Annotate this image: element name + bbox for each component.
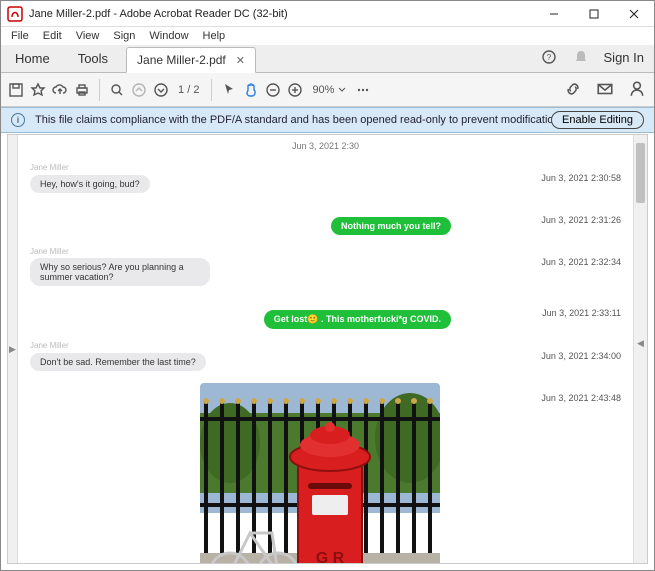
message-row: Get lost🙂 . This motherfucki*g COVID. Ju… — [30, 298, 621, 329]
page-down-icon[interactable] — [152, 81, 170, 99]
bell-icon[interactable] — [572, 48, 590, 66]
sender-label: Jane Miller — [30, 163, 621, 172]
zoom-out-icon[interactable] — [264, 81, 282, 99]
message-bubble-incoming: Why so serious? Are you planning a summe… — [30, 258, 210, 286]
sender-label: Jane Miller — [30, 247, 621, 256]
message-photo-attachment: G R — [200, 383, 440, 563]
help-icon[interactable]: ? — [540, 48, 558, 66]
pdf-page[interactable]: Jun 3, 2021 2:30 Jane Miller Hey, how's … — [18, 135, 633, 563]
tab-tools[interactable]: Tools — [64, 45, 122, 72]
menu-edit[interactable]: Edit — [37, 29, 68, 43]
chevron-down-icon — [338, 86, 346, 94]
window-maximize-button[interactable] — [574, 1, 614, 27]
print-icon[interactable] — [73, 81, 91, 99]
page-current: 1 — [178, 84, 184, 96]
enable-editing-button[interactable]: Enable Editing — [551, 111, 644, 129]
left-panel-toggle[interactable]: ▶ — [8, 135, 18, 563]
message-row: Jane Miller Don't be sad. Remember the l… — [30, 341, 621, 371]
zoom-in-icon[interactable] — [286, 81, 304, 99]
svg-text:?: ? — [546, 53, 551, 62]
notice-text: This file claims compliance with the PDF… — [35, 114, 563, 126]
menu-sign[interactable]: Sign — [107, 29, 141, 43]
sign-in-link[interactable]: Sign In — [604, 50, 644, 65]
message-timestamp: Jun 3, 2021 2:43:48 — [541, 393, 621, 403]
window-minimize-button[interactable] — [534, 1, 574, 27]
menu-window[interactable]: Window — [143, 29, 194, 43]
message-bubble-incoming: Don't be sad. Remember the last time? — [30, 353, 206, 371]
scrollbar-thumb[interactable] — [636, 143, 645, 203]
star-icon[interactable] — [29, 81, 47, 99]
pdfa-notice-bar: i This file claims compliance with the P… — [1, 107, 654, 133]
tab-document-label: Jane Miller-2.pdf — [137, 53, 226, 67]
sender-label — [30, 298, 621, 307]
message-timestamp: Jun 3, 2021 2:32:34 — [541, 257, 621, 267]
chevron-right-icon: ▶ — [9, 344, 16, 355]
message-bubble-outgoing: Nothing much you tell? — [331, 217, 451, 235]
toolbar-separator — [211, 79, 212, 101]
email-icon[interactable] — [596, 80, 614, 98]
user-icon[interactable] — [628, 80, 646, 98]
window-close-button[interactable] — [614, 1, 654, 27]
find-icon[interactable] — [108, 81, 126, 99]
selection-arrow-icon[interactable] — [220, 81, 238, 99]
vertical-scrollbar[interactable]: ◀ — [633, 135, 647, 563]
message-timestamp: Jun 3, 2021 2:31:26 — [541, 215, 621, 225]
window-controls — [534, 1, 654, 27]
message-row: Nothing much you tell? Jun 3, 2021 2:31:… — [30, 205, 621, 235]
acrobat-app-icon — [7, 6, 23, 22]
tab-document-active[interactable]: Jane Miller-2.pdf ✕ — [126, 47, 256, 73]
page-indicator[interactable]: 1 / 2 — [174, 84, 203, 96]
window-title: Jane Miller-2.pdf - Adobe Acrobat Reader… — [29, 8, 534, 20]
save-icon[interactable] — [7, 81, 25, 99]
message-timestamp: Jun 3, 2021 2:33:11 — [542, 308, 621, 318]
more-tools-icon[interactable] — [354, 81, 372, 99]
conversation-date-header: Jun 3, 2021 2:30 — [30, 141, 621, 151]
message-timestamp: Jun 3, 2021 2:30:58 — [541, 173, 621, 183]
message-row: Jun 3, 2021 2:43:48 — [30, 383, 621, 563]
sender-label: Jane Miller — [30, 341, 621, 350]
menu-bar: File Edit View Sign Window Help — [1, 27, 654, 45]
message-row: Jane Miller Hey, how's it going, bud? Ju… — [30, 163, 621, 193]
message-bubble-incoming: Hey, how's it going, bud? — [30, 175, 150, 193]
toolbar-separator — [99, 79, 100, 101]
tab-home[interactable]: Home — [1, 45, 64, 72]
window-titlebar: Jane Miller-2.pdf - Adobe Acrobat Reader… — [1, 1, 654, 27]
sender-label — [30, 205, 621, 214]
svg-text:G R: G R — [316, 550, 345, 563]
tab-close-button[interactable]: ✕ — [236, 54, 245, 67]
page-total: 2 — [193, 84, 199, 96]
message-timestamp: Jun 3, 2021 2:34:00 — [541, 351, 621, 361]
menu-help[interactable]: Help — [197, 29, 232, 43]
zoom-value: 90% — [312, 84, 334, 96]
message-row: Jane Miller Why so serious? Are you plan… — [30, 247, 621, 286]
message-bubble-outgoing: Get lost🙂 . This motherfucki*g COVID. — [264, 310, 451, 329]
main-toolbar: 1 / 2 90% — [1, 73, 654, 107]
page-separator: / — [187, 84, 190, 96]
hand-tool-icon[interactable] — [242, 81, 260, 99]
info-icon: i — [11, 113, 25, 127]
chevron-left-icon[interactable]: ◀ — [637, 338, 644, 349]
tab-strip: Home Tools Jane Miller-2.pdf ✕ ? Sign In — [1, 45, 654, 73]
zoom-dropdown[interactable]: 90% — [308, 84, 350, 96]
page-up-icon[interactable] — [130, 81, 148, 99]
cloud-upload-icon[interactable] — [51, 81, 69, 99]
document-viewport: ▶ Jun 3, 2021 2:30 Jane Miller Hey, how'… — [7, 134, 648, 564]
menu-file[interactable]: File — [5, 29, 35, 43]
menu-view[interactable]: View — [70, 29, 106, 43]
share-link-icon[interactable] — [564, 80, 582, 98]
